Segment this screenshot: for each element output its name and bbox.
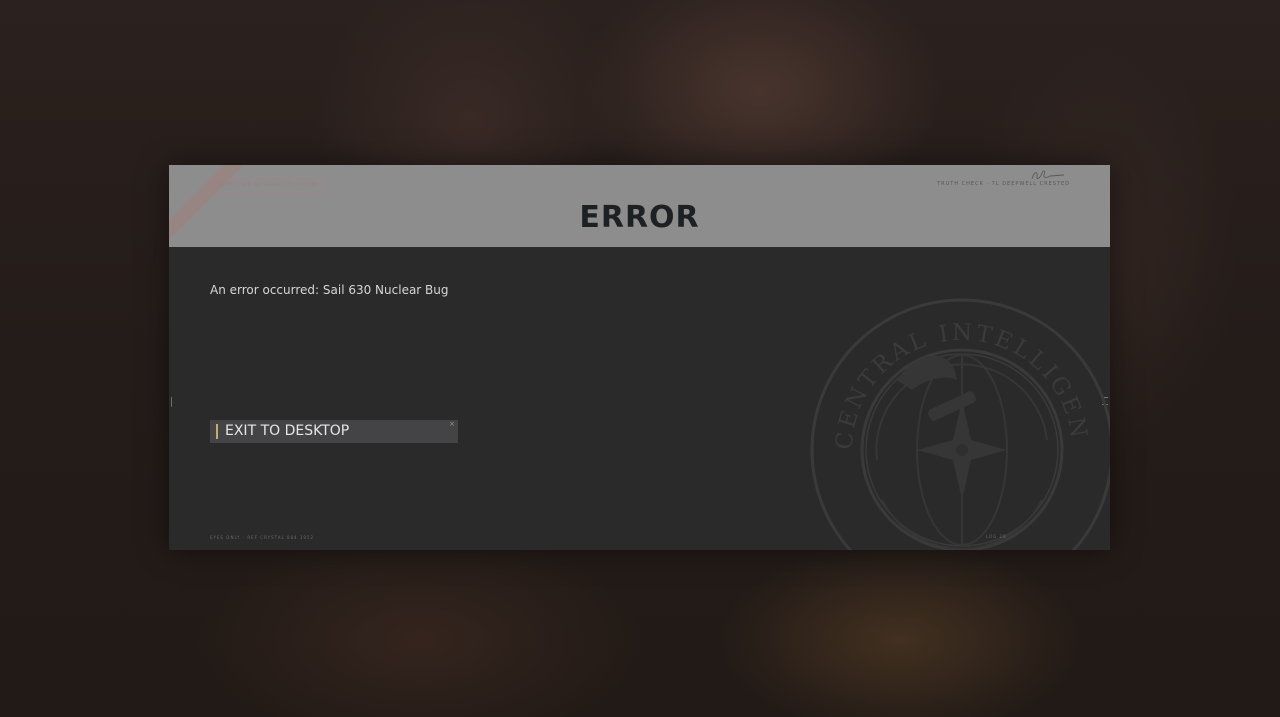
error-message: An error occurred: Sail 630 Nuclear Bug xyxy=(210,283,449,297)
footer-right-text: LOG 28 xyxy=(986,534,1007,539)
classified-stamp: CLASSIFIED INFORMATION WITHIN xyxy=(210,177,326,194)
header-reference-text: TRUTH CHECK · 7L DEEPWELL CRESTED xyxy=(937,181,1070,187)
cia-seal-icon: CENTRAL INTELLIGENCE AGENCY xyxy=(807,290,1110,550)
dialog-title: ERROR xyxy=(579,200,700,235)
error-dialog: CLASSIFIED INFORMATION WITHIN TRUTH CHEC… xyxy=(169,165,1110,550)
corner-mark-icon: × xyxy=(449,420,455,428)
footer-left-text: EYES ONLY · REF CRYSTAL 884 1952 xyxy=(210,535,315,540)
left-edge-marker xyxy=(171,397,178,407)
dialog-header: CLASSIFIED INFORMATION WITHIN TRUTH CHEC… xyxy=(169,165,1110,247)
button-accent-bar xyxy=(216,424,218,439)
exit-to-desktop-button[interactable]: EXIT TO DESKTOP × xyxy=(210,420,458,443)
exit-button-label: EXIT TO DESKTOP xyxy=(225,423,350,439)
